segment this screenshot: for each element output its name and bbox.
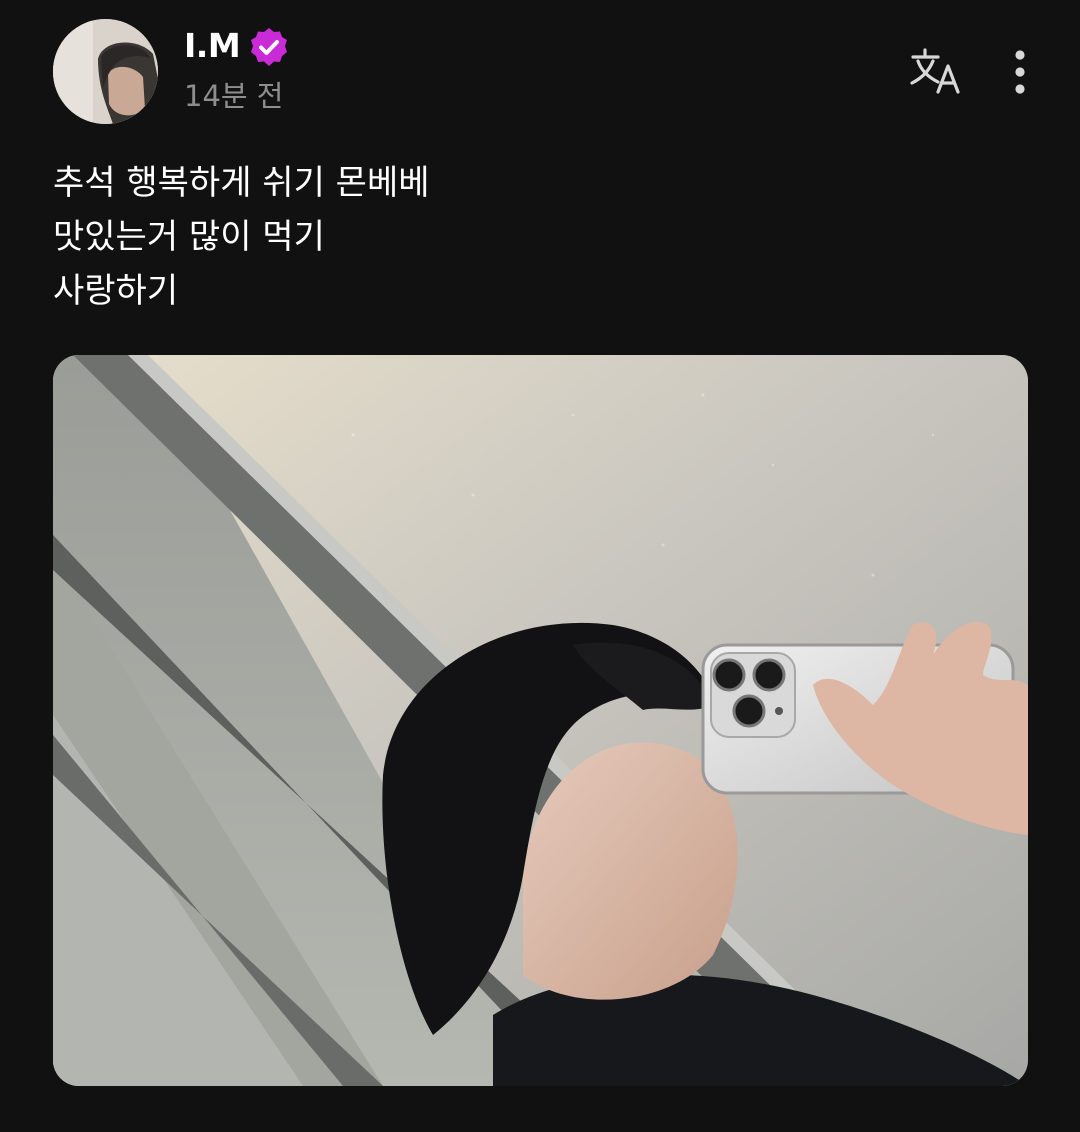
post-photo[interactable] (53, 355, 1028, 1086)
more-options-button[interactable] (1000, 46, 1040, 98)
verified-badge-icon (251, 28, 287, 66)
translate-icon (910, 48, 960, 94)
mirror-selfie-photo-icon (53, 355, 1028, 1086)
user-avatar-photo-icon (53, 19, 158, 124)
author-name[interactable]: I.M (184, 24, 241, 68)
post-timestamp: 14분 전 (184, 79, 284, 113)
caption-line: 맛있는거 많이 먹기 (53, 217, 325, 257)
more-vertical-icon (1015, 50, 1025, 94)
caption-line: 추석 행복하게 쉬기 몬베베 (53, 163, 430, 203)
post-card: I.M 14분 전 추석 행복하게 쉬기 몬베베 맛있는거 많이 먹기 사랑하기 (0, 0, 1080, 1132)
translate-button[interactable] (908, 46, 966, 98)
avatar[interactable] (53, 19, 158, 124)
post-caption: 추석 행복하게 쉬기 몬베베 맛있는거 많이 먹기 사랑하기 (53, 156, 1013, 318)
caption-line: 사랑하기 (53, 271, 179, 311)
